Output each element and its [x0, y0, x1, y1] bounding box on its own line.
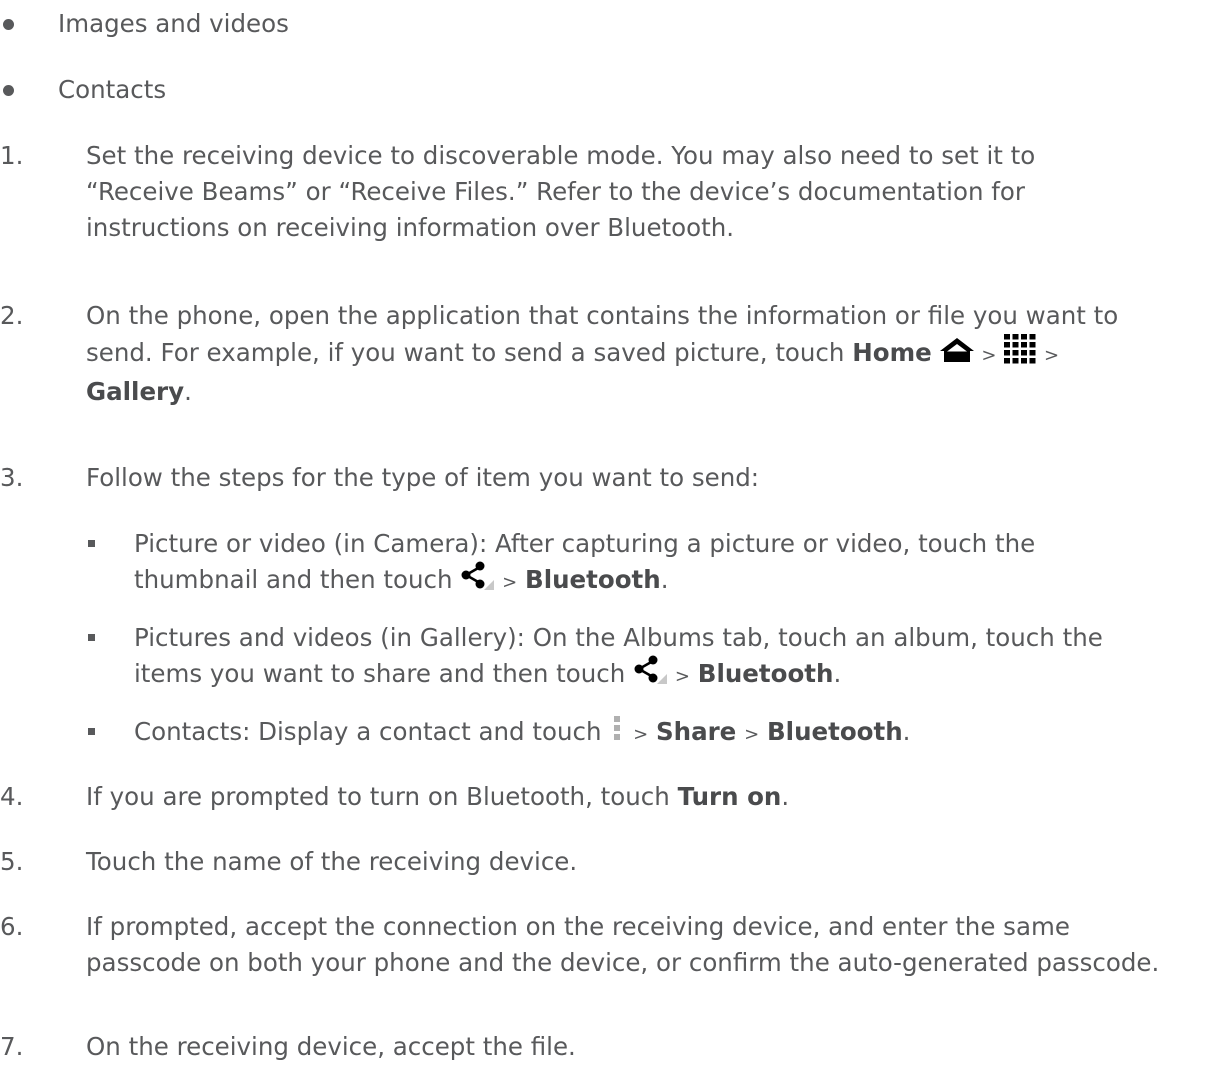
step-number: 7. — [0, 1032, 24, 1061]
step-text: Follow the steps for the type of item yo… — [86, 463, 760, 492]
home-icon — [939, 336, 974, 372]
step-number: 2. — [0, 301, 24, 330]
document-page: { "bullets": [ {"text": "Images and vide… — [0, 0, 1230, 1063]
step-text: Set the receiving device to discoverable… — [86, 141, 1036, 242]
step-number: 6. — [0, 912, 24, 941]
step-number: 1. — [0, 141, 24, 170]
substep-text: Pictures and videos (in Gallery): On the… — [134, 620, 1224, 695]
step-number: 4. — [0, 782, 24, 811]
square-bullet — [88, 634, 95, 641]
step-text: On the receiving device, accept the file… — [86, 1032, 576, 1061]
home-label: Home — [852, 338, 932, 367]
bullet-text: Contacts — [58, 75, 167, 104]
square-bullet — [88, 728, 95, 735]
step-text: Touch the name of the receiving device. — [86, 847, 578, 876]
share-icon — [460, 561, 495, 600]
step-text: On the phone, open the application that … — [86, 301, 1119, 406]
step-number: 3. — [0, 463, 24, 492]
apps-grid-icon — [1004, 334, 1036, 374]
step-text: If you are prompted to turn on Bluetooth… — [86, 782, 790, 811]
bullet-dot — [3, 19, 14, 30]
step-text: If prompted, accept the connection on th… — [86, 912, 1160, 977]
step-number: 5. — [0, 847, 24, 876]
bullet-dot — [3, 85, 14, 96]
share-icon — [633, 655, 668, 694]
substep-text: Contacts: Display a contact and touch > … — [134, 714, 1224, 753]
square-bullet — [88, 540, 95, 547]
substep-text: Picture or video (in Camera): After capt… — [134, 526, 1224, 601]
bullet-text: Images and videos — [58, 9, 289, 38]
gallery-label: Gallery — [86, 377, 185, 406]
menu-icon — [609, 714, 625, 752]
